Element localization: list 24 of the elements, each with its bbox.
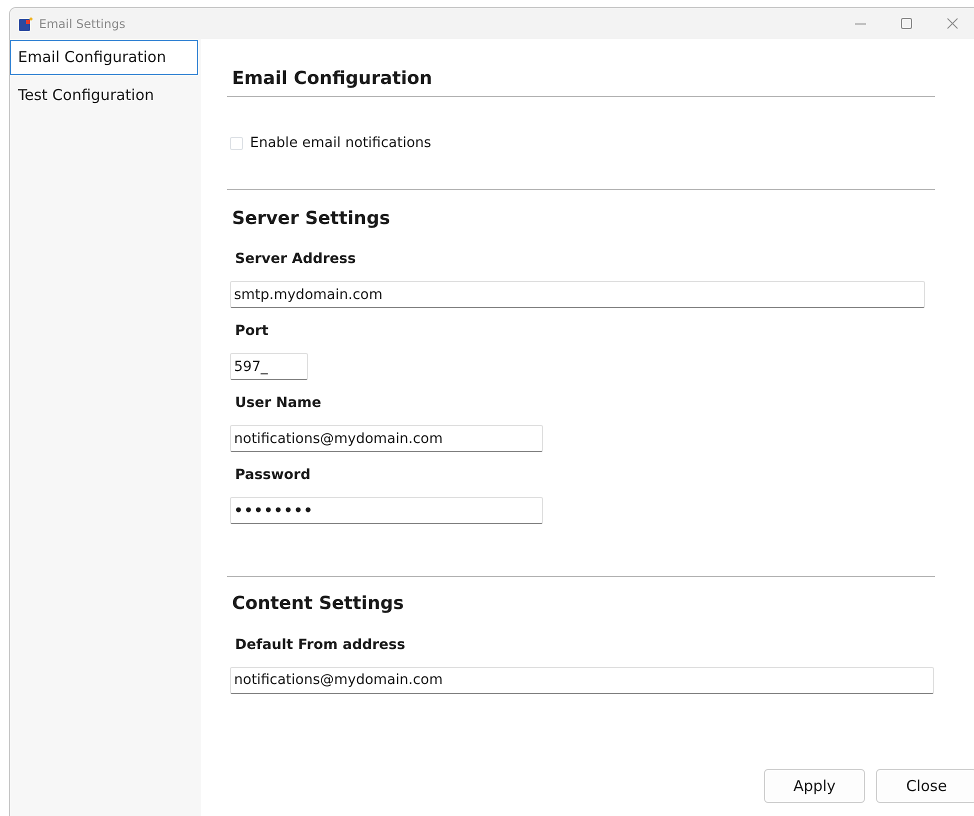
field-label: Port [234,322,270,342]
input-field[interactable]: 597_ [230,353,308,380]
dialog-button[interactable]: Close [876,769,974,803]
minimize-icon[interactable] [854,22,866,24]
checkbox-label: Enable email notifications [250,134,432,153]
sidebar-item[interactable]: Test Configuration [10,78,198,112]
close-icon[interactable] [946,18,958,29]
checkbox[interactable] [230,136,243,150]
input-field[interactable]: notifications@mydomain.com [230,666,934,694]
maximize-icon[interactable] [900,18,912,29]
field-label: Server Address [234,250,357,270]
field-label: User Name [234,394,322,414]
window-title: Email Settings [39,16,126,32]
section-heading: Server Settings [231,208,392,230]
input-field[interactable]: notifications@mydomain.com [230,425,543,452]
section-heading: Email Configuration [231,68,434,90]
app-icon [19,16,33,30]
input-field[interactable]: smtp.mydomain.com [230,281,925,308]
field-label: Password [234,466,312,486]
dialog-button[interactable]: Apply [764,769,865,803]
field-label: Default From address [234,636,406,655]
input-field[interactable]: •••••••• [230,497,543,524]
section-heading: Content Settings [231,593,405,615]
sidebar-item[interactable]: Email Configuration [10,40,198,74]
